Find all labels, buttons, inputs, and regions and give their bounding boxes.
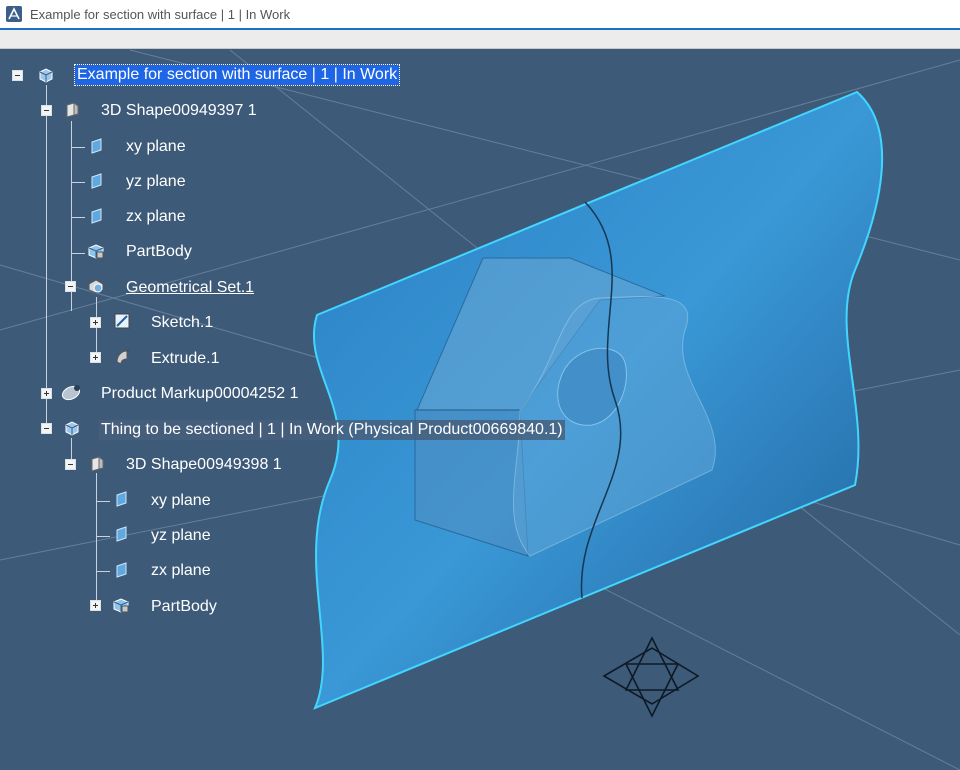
tree-label[interactable]: Product Markup00004252 1 [101,384,298,404]
plane-icon [88,136,108,156]
tree-connector [71,217,85,218]
tree-label[interactable]: Geometrical Set.1 [126,278,254,298]
tree-label[interactable]: PartBody [126,242,192,262]
markup-icon [61,382,81,402]
expand-toggle[interactable] [90,352,101,363]
tree-label[interactable]: 3D Shape00949397 1 [101,101,257,121]
sketch-icon [112,311,132,331]
tree-connector [71,182,85,183]
shape-icon [62,100,82,120]
plane-icon [113,524,133,544]
tree-connector [71,147,85,148]
collapse-toggle[interactable] [12,70,23,81]
partbody-icon [111,595,131,615]
tree-label[interactable]: Extrude.1 [151,349,219,369]
title-bar: Example for section with surface | 1 | I… [0,0,960,30]
window-title: Example for section with surface | 1 | I… [30,7,291,22]
toolbar-strip [0,30,960,49]
tree-label[interactable]: Sketch.1 [151,313,213,333]
catia-icon [6,6,22,22]
tree-connector [71,253,85,254]
tree-label[interactable]: Example for section with surface | 1 | I… [73,64,401,86]
expand-toggle[interactable] [90,600,101,611]
collapse-toggle[interactable] [65,281,76,292]
plane-icon [88,171,108,191]
tree-label[interactable]: PartBody [151,597,217,617]
collapse-toggle[interactable] [41,105,52,116]
tree-label[interactable]: 3D Shape00949398 1 [126,455,282,475]
tree-label[interactable]: xy plane [126,137,186,157]
tree-connector [96,501,110,502]
product-icon [62,418,82,438]
tree-connector [96,473,97,607]
plane-icon [113,489,133,509]
expand-toggle[interactable] [41,388,52,399]
tree-label[interactable]: yz plane [126,172,186,192]
partbody-icon [86,241,106,261]
tree-connector [96,297,97,359]
plane-icon [113,560,133,580]
tree-connector [96,571,110,572]
tree-label[interactable]: Thing to be sectioned | 1 | In Work (Phy… [99,420,565,440]
extrude-icon [112,347,132,367]
specification-tree: Example for section with surface | 1 | I… [0,49,960,770]
collapse-toggle[interactable] [41,423,52,434]
tree-label[interactable]: xy plane [151,491,211,511]
expand-toggle[interactable] [90,317,101,328]
tree-label[interactable]: zx plane [126,207,186,227]
geometrical-set-icon [86,276,106,296]
plane-icon [88,206,108,226]
tree-connector [46,85,47,430]
tree-label[interactable]: zx plane [151,561,211,581]
shape-icon [87,454,107,474]
collapse-toggle[interactable] [65,459,76,470]
tree-connector [96,536,110,537]
tree-label[interactable]: yz plane [151,526,211,546]
product-icon [36,65,56,85]
